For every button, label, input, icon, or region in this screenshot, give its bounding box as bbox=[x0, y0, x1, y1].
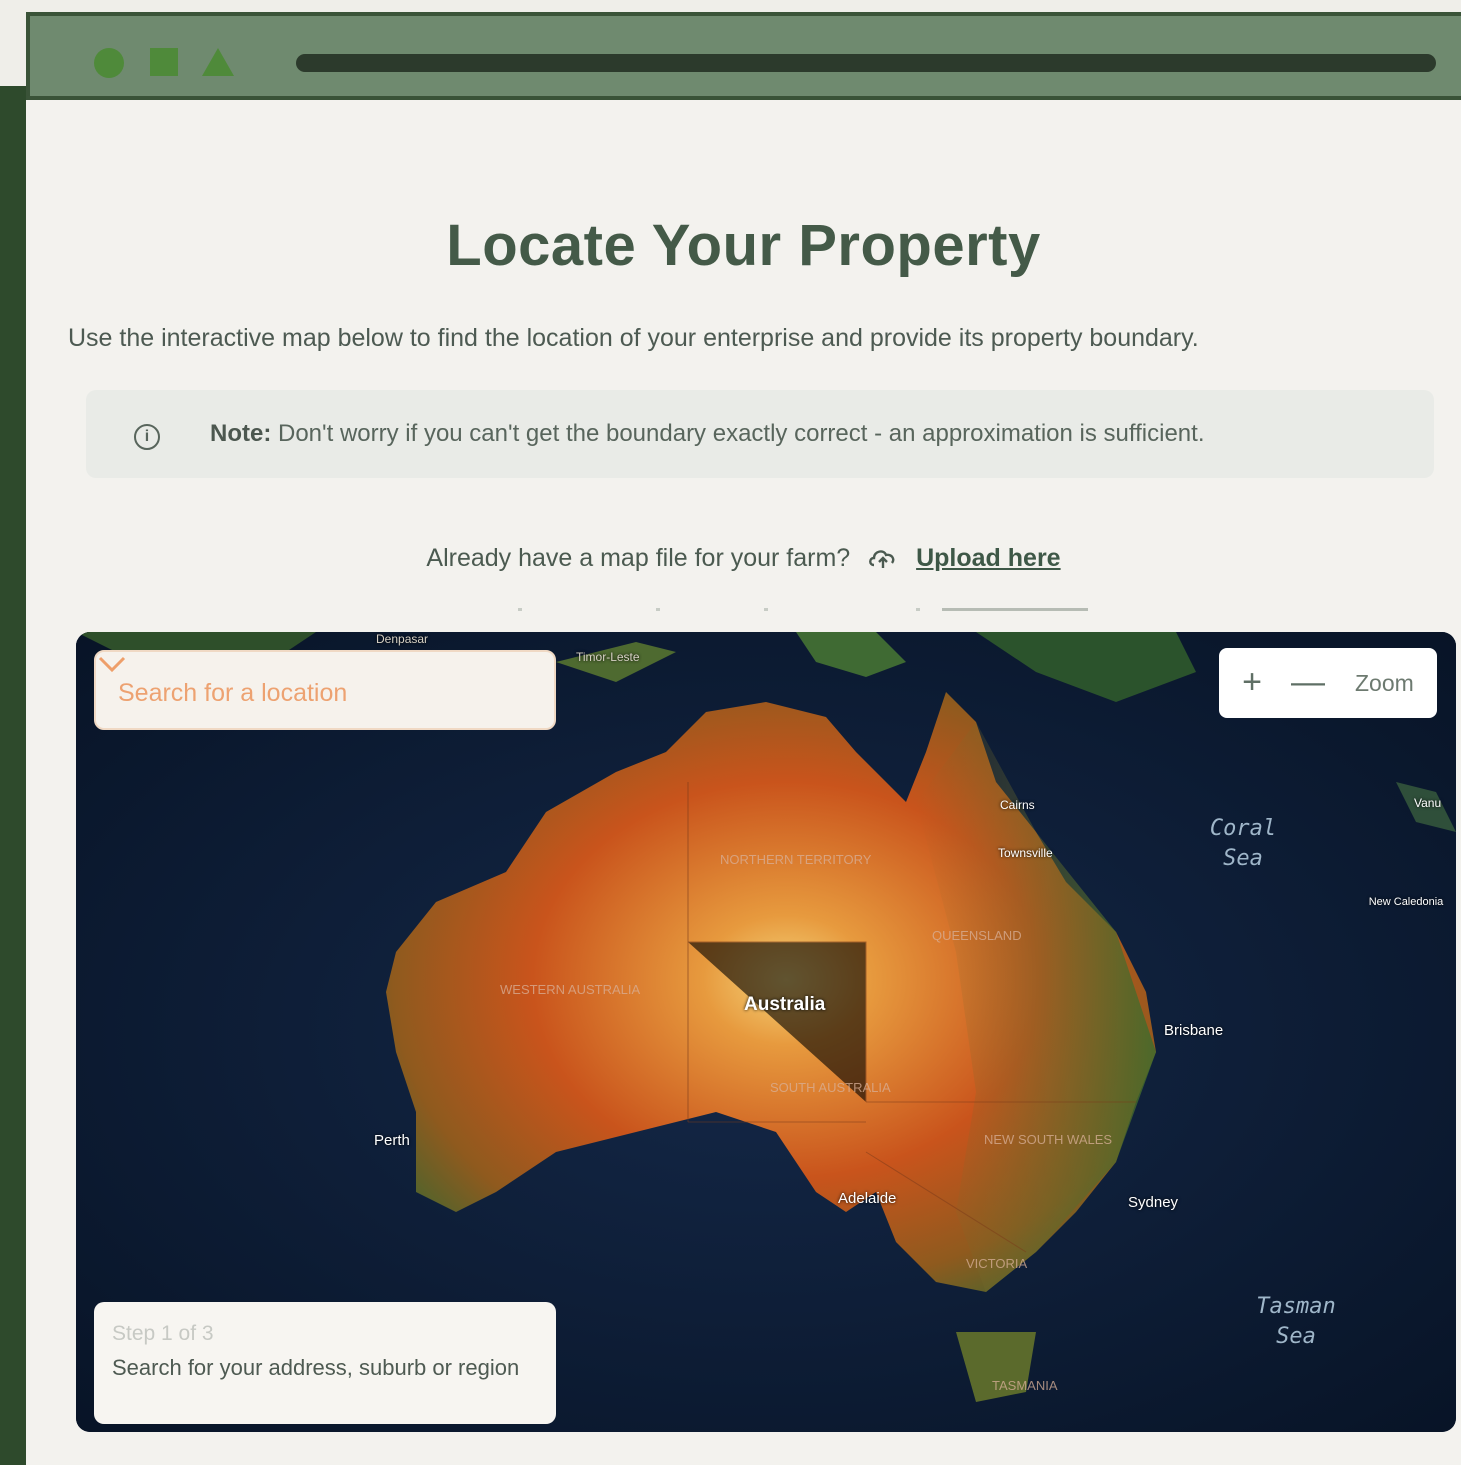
map-label-tasman-sea: Tasman Sea bbox=[1256, 1294, 1336, 1349]
zoom-label: Zoom bbox=[1355, 670, 1414, 696]
map-label-brisbane: Brisbane bbox=[1164, 1022, 1224, 1039]
map-label-south-australia: SOUTH AUSTRALIA bbox=[770, 1080, 891, 1095]
map-label-perth: Perth bbox=[374, 1132, 410, 1149]
map-label-vanuatu: Vanu bbox=[1414, 796, 1442, 810]
cloud-upload-icon bbox=[869, 550, 895, 568]
map-label-western-australia: WESTERN AUSTRALIA bbox=[500, 982, 641, 997]
map-label-new-caledonia: New Caledonia bbox=[1368, 896, 1444, 908]
note-body: Don't worry if you can't get the boundar… bbox=[271, 420, 1205, 447]
chevron-down-icon[interactable] bbox=[96, 652, 128, 676]
map-label-sydney: Sydney bbox=[1128, 1194, 1179, 1211]
step-card: Step 1 of 3 Search for your address, sub… bbox=[94, 1302, 556, 1424]
background-strip bbox=[0, 86, 28, 1465]
zoom-out-button[interactable]: — bbox=[1291, 662, 1325, 702]
upload-link[interactable]: Upload here bbox=[916, 544, 1060, 572]
location-search[interactable] bbox=[94, 650, 556, 730]
tab-indicator bbox=[466, 608, 1088, 612]
note-banner: i Note: Don't worry if you can't get the… bbox=[86, 390, 1434, 478]
map-label-denpasar: Denpasar bbox=[376, 632, 429, 646]
map-label-timor-leste: Timor-Leste bbox=[576, 650, 640, 664]
triangle-icon bbox=[202, 48, 234, 76]
page-title: Locate Your Property bbox=[446, 213, 1041, 278]
map-label-australia: Australia bbox=[744, 994, 826, 1015]
map-label-northern-territory: NORTHERN TERRITORY bbox=[720, 852, 872, 867]
page-subtitle: Use the interactive map below to find th… bbox=[68, 324, 1199, 352]
window-titlebar bbox=[26, 12, 1461, 100]
map-label-victoria: VICTORIA bbox=[966, 1256, 1028, 1271]
square-icon bbox=[150, 48, 178, 76]
satellite-map[interactable]: Denpasar Timor-Leste Australia Perth Ade… bbox=[76, 632, 1456, 1432]
map-label-townsville: Townsville bbox=[998, 846, 1053, 860]
map-label-cairns: Cairns bbox=[1000, 798, 1035, 812]
upload-prompt: Already have a map file for your farm? bbox=[426, 544, 851, 572]
map-label-tasmania: TASMANIA bbox=[992, 1378, 1058, 1393]
browser-window: Locate Your Property Use the interactive… bbox=[26, 12, 1461, 1465]
map-label-queensland: QUEENSLAND bbox=[932, 928, 1022, 943]
search-input[interactable] bbox=[116, 674, 480, 712]
zoom-in-button[interactable]: + bbox=[1235, 662, 1269, 702]
step-count: Step 1 of 3 bbox=[112, 1322, 214, 1345]
note-text: Note: Don't worry if you can't get the b… bbox=[210, 420, 1205, 448]
step-instruction: Search for your address, suburb or regio… bbox=[112, 1355, 520, 1380]
info-icon: i bbox=[134, 424, 160, 450]
upload-row: Already have a map file for your farm? U… bbox=[26, 544, 1461, 573]
map-label-new-south-wales: NEW SOUTH WALES bbox=[984, 1132, 1113, 1147]
circle-icon bbox=[94, 48, 124, 78]
zoom-controls: + — Zoom bbox=[1219, 648, 1437, 718]
map-label-adelaide: Adelaide bbox=[838, 1190, 897, 1207]
address-bar[interactable] bbox=[296, 54, 1436, 72]
map-label-coral-sea: Coral Sea bbox=[1209, 816, 1277, 871]
note-label: Note: bbox=[210, 420, 272, 447]
